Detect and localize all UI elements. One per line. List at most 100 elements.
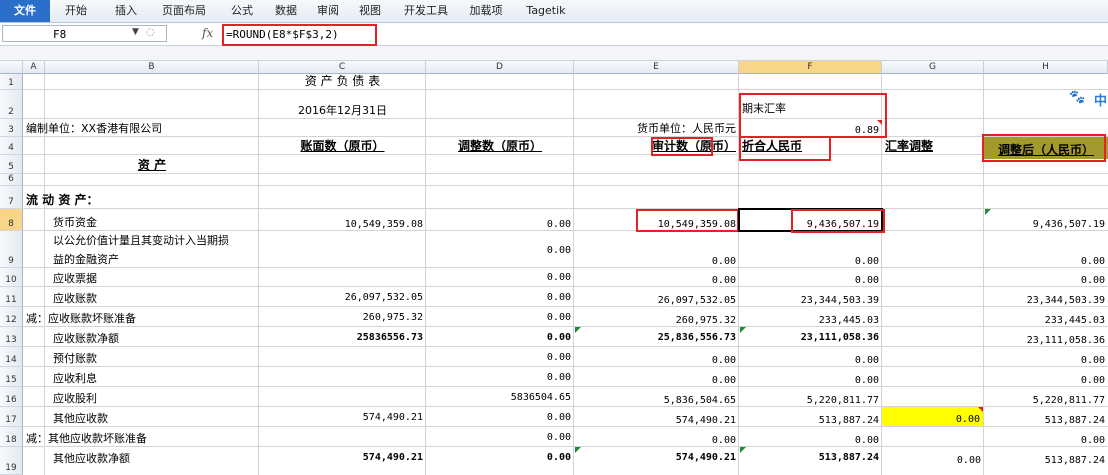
row-header-5[interactable]: 5: [0, 155, 23, 174]
cell-f13[interactable]: 23,111,058.36: [739, 327, 882, 344]
cell-h8[interactable]: 9,436,507.19: [984, 209, 1108, 231]
cell-c13[interactable]: 25836556.73: [259, 327, 426, 344]
cell-h18[interactable]: 0.00: [984, 427, 1108, 447]
cell-d18[interactable]: 0.00: [426, 427, 574, 444]
column-header-d[interactable]: D: [426, 61, 574, 74]
row-label-other-receivables[interactable]: 其他应收款: [45, 407, 259, 427]
cancel-formula-icon[interactable]: ◌: [146, 27, 155, 38]
cell-h19[interactable]: 513,887.24: [984, 447, 1108, 467]
current-assets-heading[interactable]: 流 动 资 产：: [23, 186, 259, 209]
cell-f9[interactable]: 0.00: [739, 231, 882, 268]
row-header-15[interactable]: 15: [0, 367, 23, 387]
cell-f17[interactable]: 513,887.24: [739, 407, 882, 427]
row-header-1[interactable]: 1: [0, 74, 23, 90]
row-header-13[interactable]: 13: [0, 327, 23, 347]
cell-e11[interactable]: 26,097,532.05: [574, 287, 739, 307]
paw-icon[interactable]: 🐾: [1069, 90, 1089, 106]
cell-h15[interactable]: 0.00: [984, 367, 1108, 387]
cell-h16[interactable]: 5,220,811.77: [984, 387, 1108, 407]
row-header-6[interactable]: 6: [0, 174, 23, 186]
tab-home[interactable]: 开始: [58, 0, 94, 22]
cell-g17[interactable]: 0.00: [882, 407, 983, 426]
tab-view[interactable]: 视图: [352, 0, 388, 22]
cell-c17[interactable]: 574,490.21: [259, 407, 426, 424]
cell-c11[interactable]: 26,097,532.05: [259, 287, 426, 304]
header-adjustment[interactable]: 调整数（原币）: [426, 137, 574, 155]
tab-tagetik[interactable]: Tagetik: [518, 0, 574, 22]
column-header-e[interactable]: E: [574, 61, 739, 74]
row-header-17[interactable]: 17: [0, 407, 23, 427]
header-audit-value[interactable]: 审计数（原币）: [574, 137, 739, 155]
row-header-16[interactable]: 16: [0, 387, 23, 407]
cell-d12[interactable]: 0.00: [426, 307, 574, 324]
cell-f14[interactable]: 0.00: [739, 347, 882, 367]
row-label-accounts-receivable[interactable]: 应收账款: [45, 287, 259, 307]
chevron-down-icon[interactable]: ▼: [132, 27, 139, 37]
column-header-a[interactable]: A: [23, 61, 45, 74]
cell-h9[interactable]: 0.00: [984, 231, 1108, 268]
header-fx-adjustment[interactable]: 汇率调整: [882, 137, 984, 155]
cell-d17[interactable]: 0.00: [426, 407, 574, 424]
exchange-rate-value[interactable]: 0.89: [739, 119, 882, 137]
row-label-fvtpl-2[interactable]: 益的金融资产: [45, 250, 259, 268]
assets-heading[interactable]: 资 产: [45, 155, 259, 174]
tab-page-layout[interactable]: 页面布局: [154, 0, 214, 22]
cell-e13[interactable]: 25,836,556.73: [574, 327, 739, 344]
column-header-g[interactable]: G: [882, 61, 984, 74]
cell-f15[interactable]: 0.00: [739, 367, 882, 387]
cell-e18[interactable]: 0.00: [574, 427, 739, 447]
row-header-9[interactable]: 9: [0, 231, 23, 268]
tab-developer[interactable]: 开发工具: [396, 0, 456, 22]
cell-f10[interactable]: 0.00: [739, 268, 882, 287]
cell-e9[interactable]: 0.00: [574, 231, 739, 268]
row-header-14[interactable]: 14: [0, 347, 23, 367]
cell-h14[interactable]: 0.00: [984, 347, 1108, 367]
cell-h11[interactable]: 23,344,503.39: [984, 287, 1108, 307]
row-label-dividends-receivable[interactable]: 应收股利: [45, 387, 259, 407]
formula-input[interactable]: =ROUND(E8*$F$3,2): [222, 25, 374, 44]
cell-d10[interactable]: 0.00: [426, 268, 574, 284]
row-label-other-bad-debt[interactable]: 减：其他应收款坏账准备: [23, 427, 259, 447]
cell-e10[interactable]: 0.00: [574, 268, 739, 287]
tab-formulas[interactable]: 公式: [224, 0, 260, 22]
report-title[interactable]: 资 产 负 债 表: [259, 74, 426, 90]
company-label[interactable]: 编制单位：XX香港有限公司: [23, 119, 259, 137]
cell-e8[interactable]: 10,549,359.08: [574, 209, 739, 231]
cell-d19[interactable]: 0.00: [426, 447, 574, 464]
row-header-3[interactable]: 3: [0, 119, 23, 137]
insert-function-icon[interactable]: fx: [202, 26, 213, 40]
cell-d14[interactable]: 0.00: [426, 347, 574, 364]
row-header-7[interactable]: 7: [0, 186, 23, 209]
tab-file[interactable]: 文件: [0, 0, 50, 22]
row-label-prepayments[interactable]: 预付账款: [45, 347, 259, 367]
row-label-interest-receivable[interactable]: 应收利息: [45, 367, 259, 387]
tab-addins[interactable]: 加载项: [462, 0, 510, 22]
cell-g19[interactable]: 0.00: [882, 447, 984, 467]
cell-f19[interactable]: 513,887.24: [739, 447, 882, 464]
row-label-notes-receivable[interactable]: 应收票据: [45, 268, 259, 287]
report-date[interactable]: 2016年12月31日: [259, 90, 426, 119]
row-header-10[interactable]: 10: [0, 268, 23, 287]
tab-review[interactable]: 审阅: [310, 0, 346, 22]
cell-e19[interactable]: 574,490.21: [574, 447, 739, 464]
header-rmb-converted[interactable]: 折合人民币: [739, 137, 882, 155]
tab-data[interactable]: 数据: [268, 0, 304, 22]
row-header-11[interactable]: 11: [0, 287, 23, 307]
header-adjusted-rmb[interactable]: 调整后（人民币）: [984, 137, 1108, 159]
cell-d16[interactable]: 5836504.65: [426, 387, 574, 404]
row-header-4[interactable]: 4: [0, 137, 23, 155]
row-header-2[interactable]: 2: [0, 90, 23, 119]
cell-f11[interactable]: 23,344,503.39: [739, 287, 882, 307]
cell-h12[interactable]: 233,445.03: [984, 307, 1108, 327]
cell-e17[interactable]: 574,490.21: [574, 407, 739, 427]
cell-d9[interactable]: 0.00: [426, 231, 574, 257]
row-header-12[interactable]: 12: [0, 307, 23, 327]
period-rate-label[interactable]: 期末汇率: [739, 90, 882, 119]
row-label-fvtpl-1[interactable]: 以公允价值计量且其变动计入当期损: [45, 231, 259, 250]
tab-insert[interactable]: 插入: [108, 0, 144, 22]
cell-c19[interactable]: 574,490.21: [259, 447, 426, 464]
cell-e16[interactable]: 5,836,504.65: [574, 387, 739, 407]
name-box[interactable]: F8: [2, 25, 167, 42]
cell-d11[interactable]: 0.00: [426, 287, 574, 304]
cell-h13[interactable]: 23,111,058.36: [984, 327, 1108, 347]
